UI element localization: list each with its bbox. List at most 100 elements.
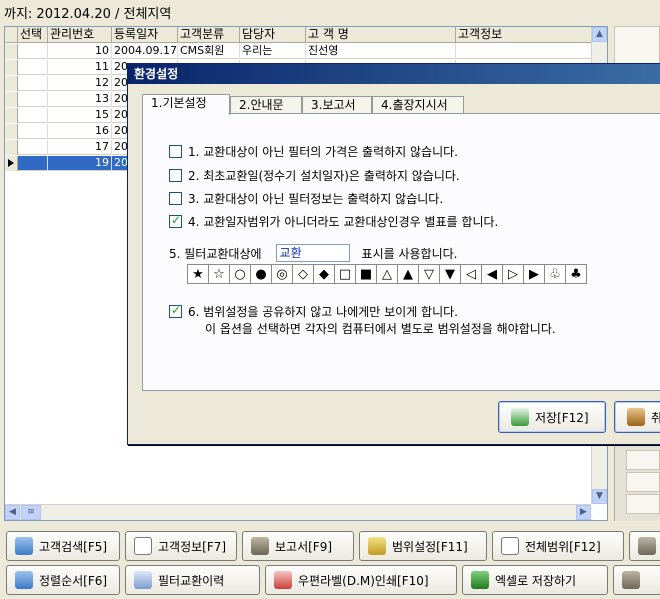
option-2[interactable]: 2. 최초교환일(정수기 설치일자)은 출력하지 않습니다. — [169, 167, 460, 184]
tab-notice[interactable]: 2.안내문 — [230, 96, 302, 114]
tab-report[interactable]: 3.보고서 — [302, 96, 372, 114]
document-icon — [501, 537, 519, 555]
tab-dispatch[interactable]: 4.출장지시서 — [372, 96, 464, 114]
row-indicator[interactable] — [5, 140, 18, 155]
option-6-checkbox[interactable] — [169, 303, 182, 318]
cancel-button[interactable]: 취 — [614, 401, 660, 433]
marker-symbol-button[interactable]: ▲ — [397, 264, 419, 284]
marker-symbol-button[interactable]: ◁ — [460, 264, 482, 284]
marker-symbol-button[interactable]: ★ — [187, 264, 209, 284]
report-button[interactable]: 보고서[F9] — [242, 531, 354, 561]
marker-symbol-button[interactable]: ♧ — [544, 264, 566, 284]
side-box-3 — [626, 494, 660, 514]
scroll-right-icon[interactable]: ▶ — [576, 505, 591, 520]
row-indicator[interactable] — [5, 76, 18, 91]
marker-symbol-button[interactable]: ◆ — [313, 264, 335, 284]
table-cell — [18, 76, 48, 91]
col-id[interactable]: 관리번호 — [48, 27, 112, 43]
option-1[interactable]: 1. 교환대상이 아닌 필터의 가격은 출력하지 않습니다. — [169, 143, 458, 160]
toolbar-button-cut-1[interactable] — [629, 531, 660, 561]
scroll-up-icon[interactable]: ▲ — [592, 27, 607, 42]
row-indicator[interactable] — [5, 92, 18, 107]
full-range-button[interactable]: 전체범위[F12] — [492, 531, 624, 561]
customer-info-button[interactable]: 고객정보[F7] — [125, 531, 237, 561]
option-3-checkbox[interactable] — [169, 192, 182, 205]
option-3[interactable]: 3. 교환대상이 아닌 필터정보는 출력하지 않습니다. — [169, 190, 443, 207]
basic-settings-panel: 1. 교환대상이 아닌 필터의 가격은 출력하지 않습니다. 2. 최초교환일(… — [142, 113, 660, 391]
marker-symbol-button[interactable]: ◀ — [481, 264, 503, 284]
table-cell — [18, 108, 48, 123]
row-indicator[interactable] — [5, 60, 18, 75]
table-cell — [18, 156, 48, 171]
tab-basic[interactable]: 1.기본설정 — [142, 94, 230, 115]
option-4-checkbox[interactable] — [169, 213, 182, 228]
marker-symbol-button[interactable]: ▼ — [439, 264, 461, 284]
button-label: 보고서[F9] — [275, 539, 333, 554]
option-6[interactable]: 6. 범위설정을 공유하지 않고 나에게만 보이게 합니다. — [169, 303, 458, 320]
row-indicator[interactable] — [5, 108, 18, 123]
option-5-suffix: 표시를 사용합니다. — [361, 246, 458, 261]
marker-symbol-button[interactable]: ■ — [355, 264, 377, 284]
table-cell: CMS회원 — [178, 44, 240, 59]
row-indicator[interactable] — [5, 124, 18, 139]
col-manager[interactable]: 담당자 — [240, 27, 306, 43]
marker-symbol-button[interactable]: △ — [376, 264, 398, 284]
range-edit-icon — [368, 537, 386, 555]
table-cell — [18, 44, 48, 59]
option-4[interactable]: 4. 교환일자범위가 아니더라도 교환대상인경우 별표를 합니다. — [169, 213, 498, 230]
sort-order-button[interactable]: 정렬순서[F6] — [6, 565, 120, 595]
button-label: 전체범위[F12] — [525, 539, 601, 554]
marker-input[interactable]: 교환 — [275, 244, 350, 262]
customer-search-button[interactable]: 고객검색[F5] — [6, 531, 120, 561]
save-button[interactable]: 저장[F12] — [498, 401, 606, 433]
button-label: 필터교환이력 — [158, 573, 225, 588]
marker-symbol-button[interactable]: □ — [334, 264, 356, 284]
option-1-label: 1. 교환대상이 아닌 필터의 가격은 출력하지 않습니다. — [188, 145, 458, 159]
table-cell: 19 — [48, 156, 112, 171]
filter-history-button[interactable]: 필터교환이력 — [125, 565, 260, 595]
scroll-thumb[interactable]: ≡ — [21, 505, 41, 520]
excel-export-button[interactable]: 엑셀로 저장하기 — [462, 565, 608, 595]
marker-symbol-button[interactable]: ○ — [229, 264, 251, 284]
marker-symbol-button[interactable]: ● — [250, 264, 272, 284]
button-label: 범위설정[F11] — [392, 539, 468, 554]
range-setting-button[interactable]: 범위설정[F11] — [359, 531, 487, 561]
grid-hscrollbar[interactable]: ◀ ≡ ▶ — [5, 504, 591, 520]
marker-symbol-button[interactable]: ♣ — [565, 264, 587, 284]
marker-symbol-button[interactable]: ◎ — [271, 264, 293, 284]
current-row-icon — [8, 159, 14, 167]
scroll-down-icon[interactable]: ▼ — [592, 489, 607, 504]
button-label: 고객정보[F7] — [158, 539, 227, 554]
col-date[interactable]: 등록일자 — [112, 27, 178, 43]
table-cell: 17 — [48, 140, 112, 155]
option-2-label: 2. 최초교환일(정수기 설치일자)은 출력하지 않습니다. — [188, 169, 460, 183]
col-info[interactable]: 고객정보 — [456, 27, 596, 43]
col-name[interactable]: 고 객 명 — [306, 27, 456, 43]
mail-label-print-button[interactable]: 우편라벨(D.M)인쇄[F10] — [265, 565, 457, 595]
scroll-left-icon[interactable]: ◀ — [5, 505, 20, 520]
settings-dialog: 환경설정 1.기본설정 2.안내문 3.보고서 4.출장지시서 1. 교환대상이… — [127, 63, 660, 445]
dialog-title[interactable]: 환경설정 — [128, 64, 660, 84]
customer-search-icon — [15, 537, 33, 555]
marker-palette: ★ ☆ ○ ● ◎ ◇ ◆ □ ■ △ ▲ ▽ ▼ ◁ ◀ ▷ ▶ ♧ ♣ — [187, 264, 587, 284]
row-indicator[interactable] — [5, 156, 18, 171]
col-select[interactable]: 선택 — [18, 27, 48, 43]
option-1-checkbox[interactable] — [169, 145, 182, 158]
marker-symbol-button[interactable]: ▷ — [502, 264, 524, 284]
option-2-checkbox[interactable] — [169, 169, 182, 182]
row-indicator[interactable] — [5, 44, 18, 59]
marker-symbol-button[interactable]: ▶ — [523, 264, 545, 284]
marker-symbol-button[interactable]: ◇ — [292, 264, 314, 284]
printer-icon — [638, 537, 656, 555]
col-class[interactable]: 고객분류 — [178, 27, 240, 43]
table-cell: 2004.09.17 — [114, 44, 178, 59]
table-row[interactable]: 10 2004.09.17 CMS회원 우리는 진선영 — [5, 44, 596, 59]
table-cell — [456, 44, 596, 59]
grid-header: 선택 관리번호 등록일자 고객분류 담당자 고 객 명 고객정보 — [5, 27, 596, 43]
side-box-top — [614, 26, 660, 66]
marker-symbol-button[interactable]: ☆ — [208, 264, 230, 284]
toolbar-button-cut-2[interactable] — [613, 565, 660, 595]
marker-symbol-button[interactable]: ▽ — [418, 264, 440, 284]
option-6-description: 이 옵션을 선택하면 각자의 컴퓨터에서 별도로 범위설정을 해야합니다. — [205, 322, 556, 336]
mail-label-icon — [274, 571, 292, 589]
